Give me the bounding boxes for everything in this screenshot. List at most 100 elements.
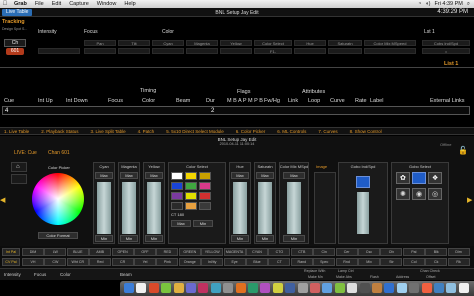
palette-1-19[interactable]: Blk — [425, 248, 448, 256]
swatch-amber[interactable] — [199, 172, 211, 180]
palette-2-13[interactable]: Rand — [290, 258, 313, 266]
menu-clock[interactable]: Fri 4:39 PM — [434, 1, 462, 7]
palette-2-10[interactable]: Eye — [223, 258, 246, 266]
dock-app-icon[interactable] — [310, 283, 320, 293]
palette-1-1[interactable]: DIM — [22, 248, 44, 256]
fader-cyan-max[interactable]: Max — [95, 172, 113, 179]
fader-cyan[interactable] — [97, 182, 111, 234]
home-button[interactable]: ⌂ — [11, 162, 27, 172]
lock-icon[interactable]: 🔓 — [458, 146, 470, 156]
dock-app-icon[interactable] — [173, 283, 184, 293]
apple-icon[interactable]:  — [0, 1, 10, 7]
palette-1-4[interactable]: AMB — [89, 248, 112, 256]
palette-1-3[interactable]: BLUE — [66, 248, 89, 256]
swatch-yellow[interactable] — [185, 172, 197, 180]
dock-app-icon[interactable] — [458, 283, 469, 293]
menu-app-name[interactable]: Grab — [10, 1, 31, 7]
gobo-index-button[interactable] — [356, 176, 370, 188]
softkey-flash[interactable]: Flash — [370, 275, 379, 279]
col-magenta[interactable]: Magenta — [186, 40, 218, 46]
softkey-color[interactable]: Color — [60, 272, 71, 277]
palette-1-13[interactable]: CTB — [290, 248, 313, 256]
softkey-lamp-ctrl[interactable]: Lamp Ctrl — [338, 269, 354, 273]
softkey-make-mn[interactable]: Make Mn — [308, 275, 323, 279]
channel-601[interactable]: 601 — [6, 48, 24, 55]
gobo-slot-5[interactable]: ◉ — [412, 188, 426, 200]
fader-magenta-max[interactable]: Max — [120, 172, 138, 179]
swatch-orange[interactable] — [185, 202, 197, 210]
fader-saturation-max[interactable]: Max — [256, 172, 274, 179]
value-cyan[interactable] — [152, 48, 184, 54]
dock-app-icon[interactable] — [322, 283, 333, 293]
col-saturation[interactable]: Saturatn — [328, 40, 362, 46]
tab-patch[interactable]: 4. Patch — [138, 129, 155, 134]
dock-app-icon[interactable] — [124, 283, 134, 293]
softkey-make-abs[interactable]: Make Abs — [336, 275, 352, 279]
palette-2-7[interactable]: Pink — [156, 258, 179, 266]
palette-1-9[interactable]: YELLOW — [201, 248, 224, 256]
menu-edit[interactable]: Edit — [48, 1, 65, 7]
gobo-index-fader[interactable] — [357, 192, 369, 234]
palette-2-16[interactable]: Mix — [358, 258, 380, 266]
swatch-purple[interactable] — [171, 192, 183, 200]
gobo-slot-3[interactable]: ❖ — [428, 172, 442, 184]
fader-color-mix-max[interactable]: Max — [283, 172, 305, 179]
dock-app-icon[interactable] — [347, 283, 358, 293]
fader-color-mix-min[interactable]: Min — [283, 235, 305, 242]
gobo-slot-6[interactable]: ◎ — [428, 188, 442, 200]
dock-app-icon[interactable] — [210, 283, 221, 293]
palette-1-7[interactable]: RED — [156, 248, 179, 256]
value-hue[interactable] — [294, 48, 326, 54]
palette-2-2[interactable]: CW — [44, 258, 67, 266]
dock-app-icon[interactable] — [446, 283, 457, 293]
col-cyan[interactable]: Cyan — [152, 40, 184, 46]
softkey-focus[interactable]: Focus — [34, 272, 46, 277]
dock-app-icon[interactable] — [272, 283, 283, 293]
palette-1-15[interactable]: Cer — [335, 248, 358, 256]
tab-color-picker[interactable]: 6. Color Picker — [236, 129, 266, 134]
menu-window[interactable]: Window — [93, 1, 121, 7]
softkey-offset[interactable]: Offset — [426, 275, 436, 279]
palette-2-12[interactable]: CT — [268, 258, 291, 266]
dock-app-icon[interactable] — [260, 283, 271, 293]
cue-number[interactable]: 4 — [5, 108, 8, 114]
palette-1-5[interactable]: OPEN — [111, 248, 134, 256]
color-wheel[interactable] — [32, 173, 84, 225]
palette-2-19[interactable]: Ck — [425, 258, 448, 266]
swatch-blue[interactable] — [171, 182, 183, 190]
col-hue[interactable]: Hue — [294, 40, 326, 46]
palette-1-8[interactable]: GREEN — [178, 248, 201, 256]
palette-2-3[interactable]: Wht CR — [66, 258, 89, 266]
dock-app-icon[interactable] — [421, 283, 432, 293]
palette-1-6[interactable]: OFF — [134, 248, 156, 256]
col-gobo[interactable]: Cobs Ind/Spd — [422, 40, 470, 46]
tab-live-split-table[interactable]: 3. Live Split Table — [90, 129, 125, 134]
dock-app-icon[interactable] — [186, 283, 196, 293]
value-saturation[interactable] — [328, 48, 362, 54]
palette-2-15[interactable]: Rnd — [335, 258, 358, 266]
softkey-intensity[interactable]: Intensity — [4, 272, 21, 277]
right-arrow-icon[interactable]: ▶ — [467, 196, 473, 210]
palette-1-18[interactable]: Pal — [402, 248, 425, 256]
palette-1-11[interactable]: CYAN — [246, 248, 268, 256]
value-gobo[interactable]: = — [422, 48, 470, 54]
tab-show-control[interactable]: 8. Show Control — [350, 129, 382, 134]
int-pal-label[interactable]: Int Pal — [2, 248, 20, 256]
tab-ml-controls[interactable]: 6. ML Controls — [277, 129, 306, 134]
palette-2-14[interactable]: Spec — [313, 258, 336, 266]
palette-1-14[interactable]: Cin — [313, 248, 336, 256]
col-color-mix[interactable]: Color Mix MSpeed — [364, 40, 416, 46]
fader-magenta[interactable] — [122, 182, 136, 234]
wifi-icon[interactable]: ◔ — [418, 1, 421, 7]
tab-live-table[interactable]: 1. Live Table — [4, 129, 29, 134]
swatch-red[interactable] — [199, 192, 211, 200]
fader-color-mix[interactable] — [287, 182, 301, 234]
gobo-slot-1[interactable]: ✿ — [396, 172, 410, 184]
palette-2-1[interactable]: VH — [22, 258, 44, 266]
cue-duration[interactable]: 2 — [211, 108, 214, 114]
cue-row[interactable]: 4 2 — [2, 106, 470, 115]
swatch-gray[interactable] — [199, 202, 211, 210]
color-format-button[interactable]: Color Format — [38, 232, 78, 239]
fader-cyan-min[interactable]: Min — [95, 235, 113, 242]
col-tilt[interactable]: Tilt — [118, 40, 150, 46]
